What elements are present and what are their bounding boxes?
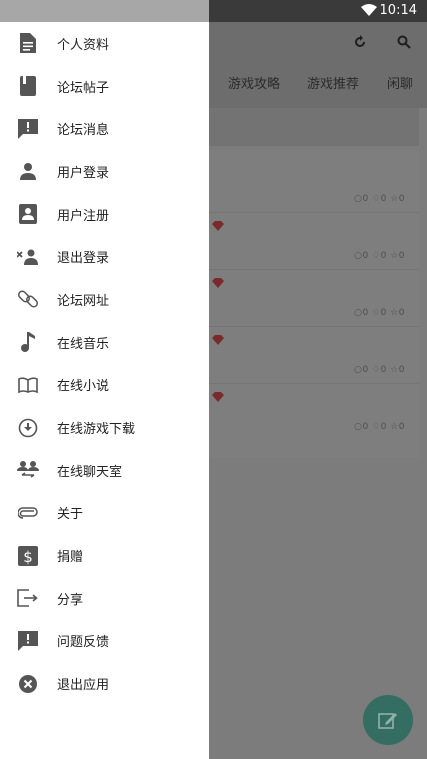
open-book-icon [17, 374, 39, 396]
gem-icon [212, 335, 224, 345]
drawer-menu: 个人资料 论坛帖子 论坛消息 用户登录 用户注册 退出登录 论坛网址 在线音乐 … [0, 22, 209, 705]
menu-label: 论坛网址 [57, 293, 110, 309]
menu-label: 用户注册 [57, 208, 110, 224]
menu-item-feedback[interactable]: 问题反馈 [0, 620, 209, 663]
menu-item-chat-room[interactable]: 在线聊天室 [0, 449, 209, 492]
menu-label: 捐赠 [57, 550, 84, 566]
refresh-icon[interactable] [352, 34, 368, 50]
menu-item-forum-messages[interactable]: 论坛消息 [0, 107, 209, 150]
link-icon [17, 288, 39, 310]
gem-icon [212, 392, 224, 402]
menu-item-login[interactable]: 用户登录 [0, 150, 209, 193]
menu-item-register[interactable]: 用户注册 [0, 193, 209, 236]
tab-game-guides[interactable]: 游戏攻略 [228, 73, 280, 92]
share-exit-icon [17, 587, 39, 609]
group-chat-icon [17, 459, 39, 481]
post-stats: ○0 ♢0 ☆0 [354, 308, 405, 318]
menu-item-exit-app[interactable]: 退出应用 [0, 662, 209, 705]
menu-item-forum-posts[interactable]: 论坛帖子 [0, 65, 209, 108]
menu-item-share[interactable]: 分享 [0, 577, 209, 620]
edit-icon [378, 713, 397, 729]
compose-fab[interactable] [363, 695, 413, 745]
tab-chat[interactable]: 闲聊 [387, 73, 413, 92]
menu-label: 在线小说 [57, 379, 110, 395]
app-screen: 10:14 游戏攻略 游戏推荐 闲聊 ○0 ♢0 ☆0 ○0 ♢0 ☆0 ○0 … [0, 0, 427, 759]
post-stats: ○0 ♢0 ☆0 [354, 194, 405, 204]
gem-icon [212, 221, 224, 231]
menu-label: 退出应用 [57, 678, 110, 694]
menu-item-game-downloads[interactable]: 在线游戏下载 [0, 406, 209, 449]
person-icon [17, 160, 39, 182]
search-icon[interactable] [396, 34, 412, 50]
menu-item-online-novels[interactable]: 在线小说 [0, 364, 209, 407]
menu-item-online-music[interactable]: 在线音乐 [0, 321, 209, 364]
gem-icon [212, 278, 224, 288]
menu-label: 个人资料 [57, 37, 110, 53]
menu-label: 论坛帖子 [57, 80, 110, 96]
tab-game-recommendations[interactable]: 游戏推荐 [307, 73, 359, 92]
menu-label: 分享 [57, 592, 84, 608]
menu-item-about[interactable]: 关于 [0, 492, 209, 535]
post-stats: ○0 ♢0 ☆0 [354, 422, 405, 432]
menu-label: 关于 [57, 507, 84, 523]
post-stats: ○0 ♢0 ☆0 [354, 365, 405, 375]
music-note-icon [17, 331, 39, 353]
download-circle-icon [17, 417, 39, 439]
menu-label: 退出登录 [57, 251, 110, 267]
menu-label: 用户登录 [57, 165, 110, 181]
message-alert-icon [17, 118, 39, 140]
menu-label: 问题反馈 [57, 635, 110, 651]
menu-label: 在线聊天室 [57, 464, 123, 480]
book-icon [17, 75, 39, 97]
menu-label: 在线游戏下载 [57, 422, 136, 438]
dollar-icon: $ [17, 545, 39, 567]
menu-item-forum-url[interactable]: 论坛网址 [0, 278, 209, 321]
remove-user-icon [17, 246, 39, 268]
contact-card-icon [17, 203, 39, 225]
drawer-status-strip [0, 0, 209, 22]
svg-text:$: $ [23, 548, 33, 566]
post-stats: ○0 ♢0 ☆0 [354, 251, 405, 261]
menu-label: 论坛消息 [57, 123, 110, 139]
status-time: 10:14 [379, 3, 417, 18]
close-circle-icon [17, 673, 39, 695]
menu-item-profile[interactable]: 个人资料 [0, 22, 209, 65]
menu-item-donate[interactable]: $ 捐赠 [0, 534, 209, 577]
feedback-icon [17, 630, 39, 652]
menu-item-logout[interactable]: 退出登录 [0, 235, 209, 278]
wifi-icon [361, 4, 377, 16]
navigation-drawer: 个人资料 论坛帖子 论坛消息 用户登录 用户注册 退出登录 论坛网址 在线音乐 … [0, 0, 209, 759]
document-icon [17, 32, 39, 54]
paperclip-icon [17, 502, 39, 524]
menu-label: 在线音乐 [57, 336, 110, 352]
